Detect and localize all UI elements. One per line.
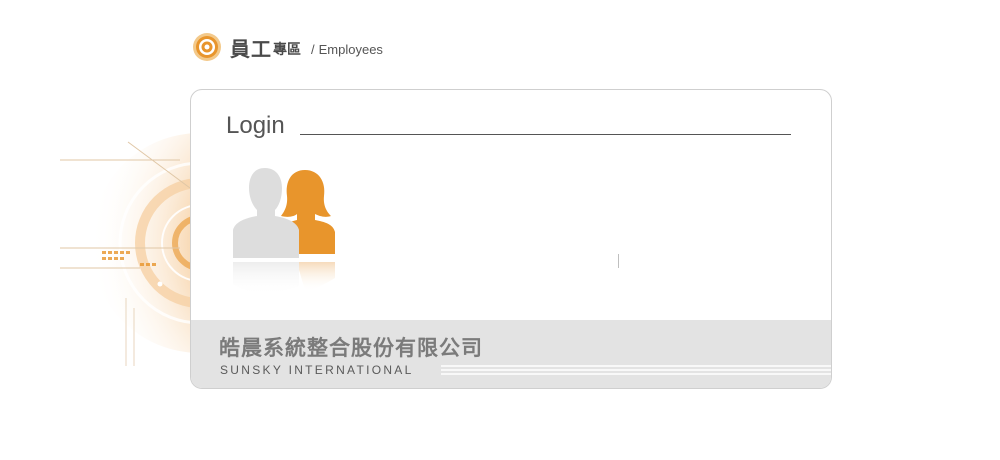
page-title: 員工 [230, 36, 272, 61]
login-card: Login 皓晨系統整合股份有限公司 SUNSKY INTERNATIONAL [190, 89, 832, 389]
page-title-suffix: 專區 [273, 42, 301, 58]
title-separator: / [311, 41, 315, 57]
employee-login-page: 員工 專區 / Employees Login 皓晨系統整合股份有限公司 SUN… [0, 0, 1000, 460]
footer-decorative-lines [441, 365, 831, 375]
page-title-english: Employees [318, 41, 383, 57]
company-name-chinese: 皓晨系統整合股份有限公司 [219, 336, 483, 360]
decorative-circuit-graphic [60, 133, 200, 366]
company-footer: 皓晨系統整合股份有限公司 SUNSKY INTERNATIONAL [191, 320, 831, 388]
target-ring-icon [193, 33, 221, 61]
text-cursor-mark [618, 254, 619, 268]
heading-rule [300, 134, 791, 135]
login-heading: Login [226, 112, 285, 139]
users-silhouette-icon [233, 168, 335, 296]
company-name-english: SUNSKY INTERNATIONAL [220, 363, 414, 377]
page-header: 員工 專區 / Employees [192, 31, 383, 63]
